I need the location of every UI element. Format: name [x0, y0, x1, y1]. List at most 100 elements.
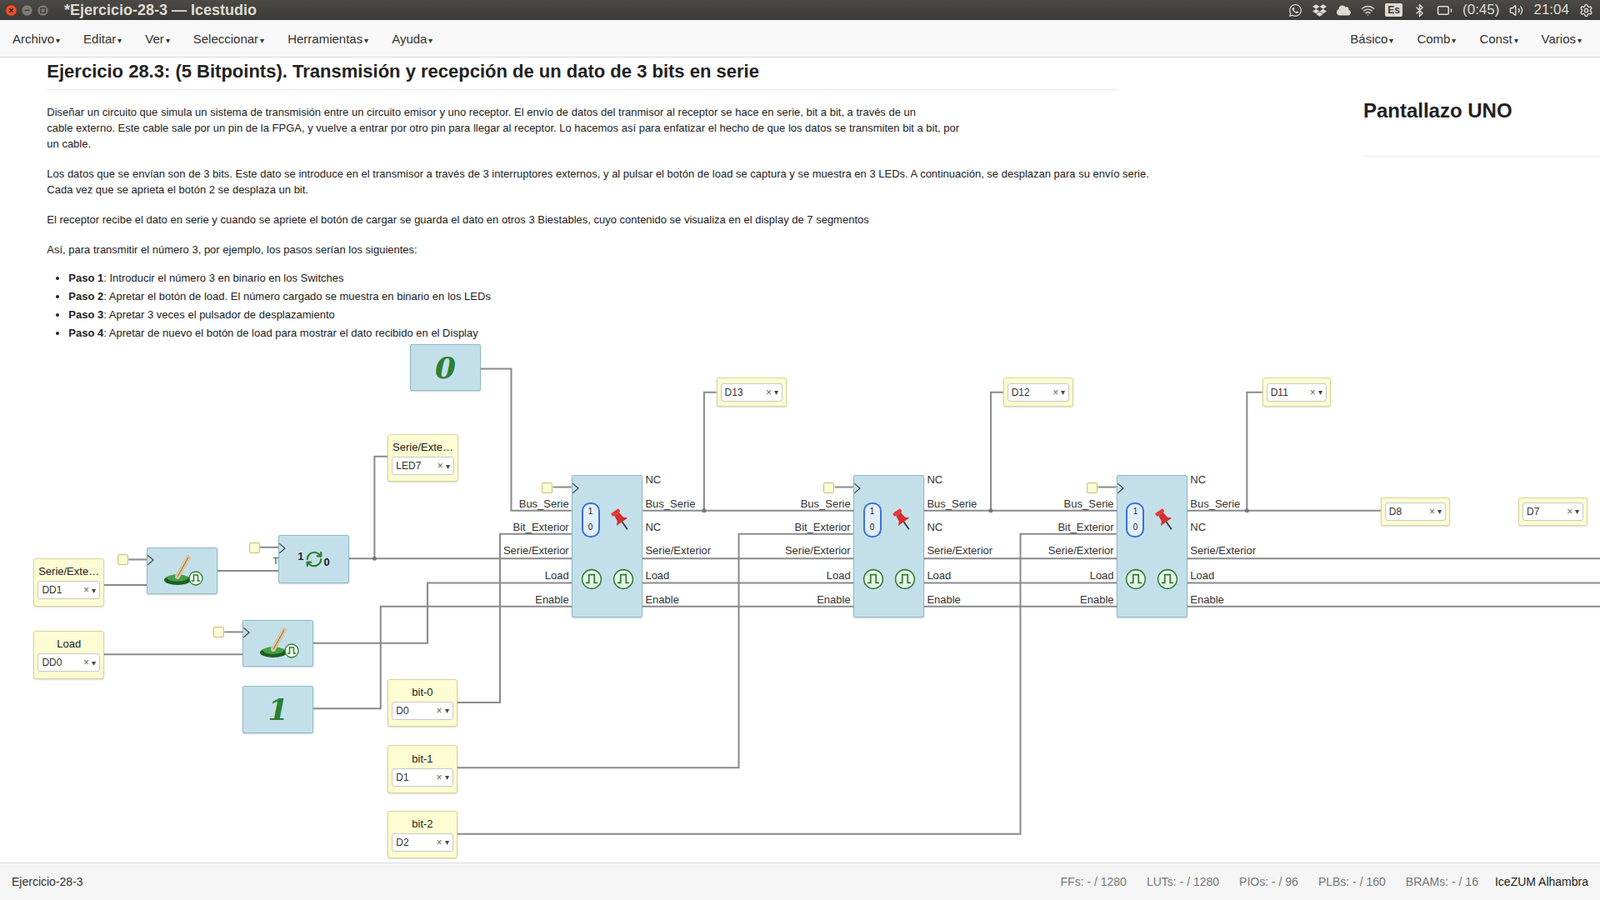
- bluetooth-icon[interactable]: [1412, 3, 1427, 18]
- wire[interactable]: [260, 546, 279, 549]
- settings-icon[interactable]: [1579, 3, 1594, 18]
- pin-block[interactable]: bit-1D1×▾: [387, 745, 457, 794]
- clear-button[interactable]: ×: [83, 656, 90, 669]
- clear-button[interactable]: ×: [436, 836, 443, 849]
- register-block[interactable]: Bus_SerieBit_ExteriorSerie/ExteriorLoadE…: [1116, 475, 1189, 618]
- pin-select[interactable]: DD1×▾: [37, 580, 100, 600]
- pin-select[interactable]: D8×▾: [1385, 502, 1446, 521]
- info-block[interactable]: Ejercicio 28.3: (5 Bitpoints). Transmisi…: [46, 57, 1347, 343]
- button-block[interactable]: [242, 620, 313, 667]
- clear-button[interactable]: ×: [436, 705, 443, 717]
- register-block[interactable]: Bus_SerieBit_ExteriorSerie/ExteriorLoadE…: [853, 475, 925, 618]
- wire[interactable]: [553, 486, 572, 489]
- wire[interactable]: [104, 653, 244, 655]
- menu-item[interactable]: Herramientas▾: [275, 31, 380, 46]
- pin-block[interactable]: bit-0D0×▾: [387, 679, 457, 728]
- toggle-block[interactable]: T10: [278, 535, 349, 584]
- dropbox-icon[interactable]: [1312, 3, 1327, 18]
- wire[interactable]: [349, 557, 1600, 560]
- pin-block[interactable]: LoadDD0×▾: [33, 630, 104, 680]
- clock-checkbox[interactable]: [117, 554, 129, 565]
- pin-block[interactable]: D12×▾: [1003, 377, 1074, 406]
- menu-item[interactable]: Comb▾: [1405, 31, 1468, 46]
- wire[interactable]: [990, 392, 1004, 511]
- dropdown-arrow[interactable]: ▾: [1060, 387, 1065, 397]
- pin-block[interactable]: D13×▾: [716, 377, 787, 406]
- wire[interactable]: [1098, 486, 1117, 489]
- dropdown-arrow[interactable]: ▾: [1575, 506, 1580, 516]
- dropdown-arrow[interactable]: ▾: [445, 461, 450, 471]
- pin-select[interactable]: D12×▾: [1007, 383, 1070, 402]
- dropdown-arrow[interactable]: ▾: [445, 705, 450, 715]
- dropdown-arrow[interactable]: ▾: [1437, 506, 1442, 516]
- pin-select[interactable]: D13×▾: [720, 383, 783, 402]
- clock-checkbox[interactable]: [249, 542, 260, 554]
- wire[interactable]: [313, 606, 1600, 709]
- clock-checkbox[interactable]: [1086, 482, 1098, 494]
- close-icon[interactable]: [5, 4, 18, 17]
- clear-button[interactable]: ×: [437, 460, 444, 472]
- pin-block[interactable]: D7×▾: [1518, 497, 1588, 526]
- clear-button[interactable]: ×: [436, 771, 443, 784]
- pin-block[interactable]: D8×▾: [1380, 497, 1450, 526]
- wire[interactable]: [480, 368, 572, 510]
- wire[interactable]: [457, 534, 854, 768]
- pin-select[interactable]: D1×▾: [391, 768, 453, 787]
- clock-checkbox[interactable]: [541, 482, 553, 494]
- pin-select[interactable]: D2×▾: [391, 833, 453, 852]
- clear-button[interactable]: ×: [1310, 386, 1316, 399]
- board-name[interactable]: IceZUM Alhambra: [1495, 875, 1589, 889]
- pin-select[interactable]: D0×▾: [391, 701, 453, 720]
- dropdown-arrow[interactable]: ▾: [445, 837, 450, 847]
- dropdown-arrow[interactable]: ▾: [91, 658, 96, 668]
- battery-icon[interactable]: [1436, 2, 1453, 19]
- minimize-icon[interactable]: [20, 4, 34, 17]
- clock-checkbox[interactable]: [823, 482, 835, 494]
- menu-item[interactable]: Archivo▾: [0, 31, 72, 46]
- wire[interactable]: [313, 583, 1600, 644]
- wire[interactable]: [374, 456, 388, 559]
- menu-item[interactable]: Ayuda▾: [380, 31, 445, 46]
- clear-button[interactable]: ×: [1429, 505, 1435, 518]
- menu-item[interactable]: Básico▾: [1338, 31, 1405, 46]
- pin-select[interactable]: LED7×▾: [391, 456, 454, 475]
- clear-button[interactable]: ×: [765, 386, 772, 399]
- whatsapp-icon[interactable]: [1288, 3, 1303, 18]
- wire[interactable]: [457, 534, 572, 703]
- menu-item[interactable]: Editar▾: [71, 31, 134, 46]
- clear-button[interactable]: ×: [1052, 386, 1059, 399]
- note-block[interactable]: Pantallazo UNO: [1363, 99, 1600, 157]
- keyboard-layout[interactable]: Es: [1385, 3, 1403, 17]
- pin-select[interactable]: DD0×▾: [37, 653, 100, 672]
- dropdown-arrow[interactable]: ▾: [91, 585, 96, 595]
- pin-select[interactable]: D11×▾: [1266, 383, 1327, 402]
- clock[interactable]: 21:04: [1533, 1, 1570, 19]
- cloud-icon[interactable]: [1336, 3, 1351, 18]
- register-block[interactable]: Bus_SerieBit_ExteriorSerie/ExteriorLoadE…: [571, 475, 644, 618]
- pin-select[interactable]: D7×▾: [1522, 502, 1584, 521]
- button-block[interactable]: [146, 547, 217, 595]
- wire[interactable]: [457, 534, 1117, 835]
- constant-block[interactable]: 1: [242, 685, 313, 733]
- wire[interactable]: [224, 630, 243, 633]
- menu-item[interactable]: Const▾: [1467, 31, 1530, 46]
- pin-block[interactable]: Serie/Exte…DD1×▾: [33, 558, 104, 607]
- menu-item[interactable]: Seleccionar▾: [181, 31, 276, 46]
- wifi-icon[interactable]: [1360, 3, 1375, 18]
- design-canvas[interactable]: Ejercicio 28.3: (5 Bitpoints). Transmisi…: [0, 57, 1600, 863]
- wire[interactable]: [128, 558, 147, 560]
- dropdown-arrow[interactable]: ▾: [445, 772, 450, 782]
- pin-block[interactable]: D11×▾: [1262, 377, 1331, 406]
- wire[interactable]: [642, 510, 1380, 512]
- menu-item[interactable]: Varios▾: [1530, 31, 1594, 46]
- wire[interactable]: [1246, 392, 1262, 511]
- volume-icon[interactable]: [1509, 3, 1524, 18]
- clear-button[interactable]: ×: [1566, 505, 1573, 518]
- constant-block[interactable]: 0: [410, 344, 480, 391]
- pin-block[interactable]: Serie/Exte…LED7×▾: [387, 434, 458, 483]
- clear-button[interactable]: ×: [83, 584, 90, 596]
- wire[interactable]: [704, 392, 717, 511]
- dropdown-arrow[interactable]: ▾: [1318, 387, 1323, 397]
- wire[interactable]: [104, 584, 147, 586]
- maximize-icon[interactable]: [36, 4, 50, 17]
